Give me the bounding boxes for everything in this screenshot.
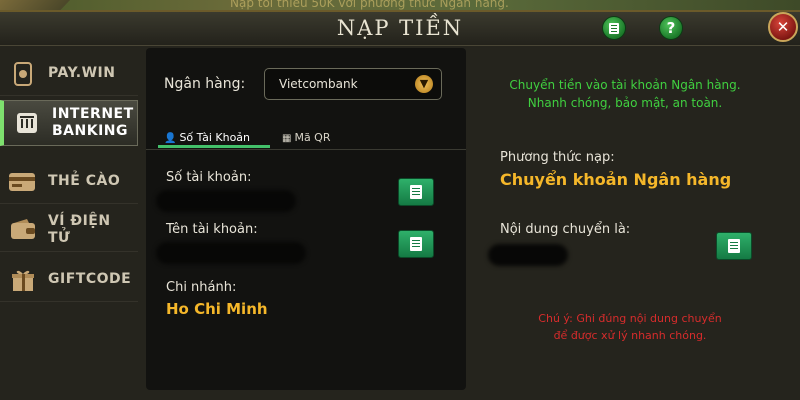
tab-account-number[interactable]: 👤 Số Tài Khoản <box>158 128 270 148</box>
user-icon: 👤 <box>164 133 177 144</box>
copy-account-number-button[interactable] <box>398 178 434 206</box>
copy-icon <box>406 234 422 251</box>
copy-icon <box>724 236 740 253</box>
payment-method-sidebar: PAY.WIN INTERNET BANKING THẺ CÀO VÍ ĐIỆN… <box>0 52 140 400</box>
bank-details-panel: Ngân hàng: Vietcombank ▼ 👤 Số Tài Khoản ▦… <box>146 48 466 390</box>
sidebar-item-scratch-card[interactable]: THẺ CÀO <box>0 160 138 204</box>
account-name-label: Tên tài khoản: <box>166 222 258 237</box>
info-note: Chuyển tiền vào tài khoản Ngân hàng. Nha… <box>480 76 770 112</box>
history-button[interactable] <box>602 16 626 40</box>
title-bar: NẠP TIỀN ? ✕ <box>0 12 800 46</box>
qr-icon: ▦ <box>282 133 292 144</box>
sidebar-item-giftcode[interactable]: GIFTCODE <box>0 258 138 302</box>
bank-select[interactable]: Vietcombank ▼ <box>264 68 442 100</box>
warning-note: Chú ý: Ghi đúng nội dung chuyển để được … <box>490 310 770 344</box>
sidebar-item-label: PAY.WIN <box>48 65 116 81</box>
transfer-content-label: Nội dung chuyển là: <box>500 222 631 237</box>
method-label: Phương thức nạp: <box>500 150 615 165</box>
sidebar-item-label: GIFTCODE <box>48 271 132 287</box>
wallet-icon <box>8 215 38 245</box>
bank-icon <box>12 108 42 138</box>
sidebar-item-label: INTERNET BANKING <box>52 106 134 139</box>
account-number-value-redacted <box>156 190 296 212</box>
document-icon <box>609 22 619 34</box>
scratch-card-icon <box>8 167 38 197</box>
copy-transfer-content-button[interactable] <box>716 232 752 260</box>
branch-value: Ho Chi Minh <box>166 300 268 318</box>
sidebar-item-internet-banking[interactable]: INTERNET BANKING <box>0 100 138 146</box>
copy-icon <box>406 182 422 199</box>
gift-icon <box>8 265 38 295</box>
transfer-content-value-redacted <box>488 244 568 266</box>
marquee-text: Nạp tối thiểu 50K với phương thức Ngân h… <box>230 0 509 10</box>
chevron-down-icon: ▼ <box>415 75 433 93</box>
tab-label: Số Tài Khoản <box>179 131 251 144</box>
info-note-line-1: Chuyển tiền vào tài khoản Ngân hàng. <box>509 78 741 92</box>
method-value: Chuyển khoản Ngân hàng <box>500 170 732 189</box>
close-button[interactable]: ✕ <box>768 12 798 42</box>
bank-label: Ngân hàng: <box>164 76 246 92</box>
sidebar-item-paywin[interactable]: PAY.WIN <box>0 52 138 96</box>
info-note-line-2: Nhanh chóng, bảo mật, an toàn. <box>527 96 723 110</box>
payment-card-icon <box>8 59 38 89</box>
tab-qr-code[interactable]: ▦ Mã QR <box>276 128 336 148</box>
bank-selected-value: Vietcombank <box>279 77 358 91</box>
account-number-label: Số tài khoản: <box>166 170 252 185</box>
transfer-info-panel: Chuyển tiền vào tài khoản Ngân hàng. Nha… <box>470 48 778 390</box>
sidebar-item-label: VÍ ĐIỆN TỬ <box>47 212 111 246</box>
deposit-window: NẠP TIỀN ? ✕ PAY.WIN INTERNET BANKING TH… <box>0 10 800 400</box>
tab-label: Mã QR <box>294 131 331 144</box>
copy-account-name-button[interactable] <box>398 230 434 258</box>
tab-bar: 👤 Số Tài Khoản ▦ Mã QR <box>146 126 466 150</box>
warning-line-2: để được xử lý nhanh chóng. <box>553 329 707 342</box>
sidebar-item-label: THẺ CÀO <box>48 173 121 189</box>
account-name-value-redacted <box>156 242 306 264</box>
branch-label: Chi nhánh: <box>166 280 237 295</box>
help-button[interactable]: ? <box>659 16 683 40</box>
warning-line-1: Chú ý: Ghi đúng nội dung chuyển <box>538 312 722 325</box>
sidebar-item-e-wallet[interactable]: VÍ ĐIỆN TỬ <box>0 208 138 252</box>
